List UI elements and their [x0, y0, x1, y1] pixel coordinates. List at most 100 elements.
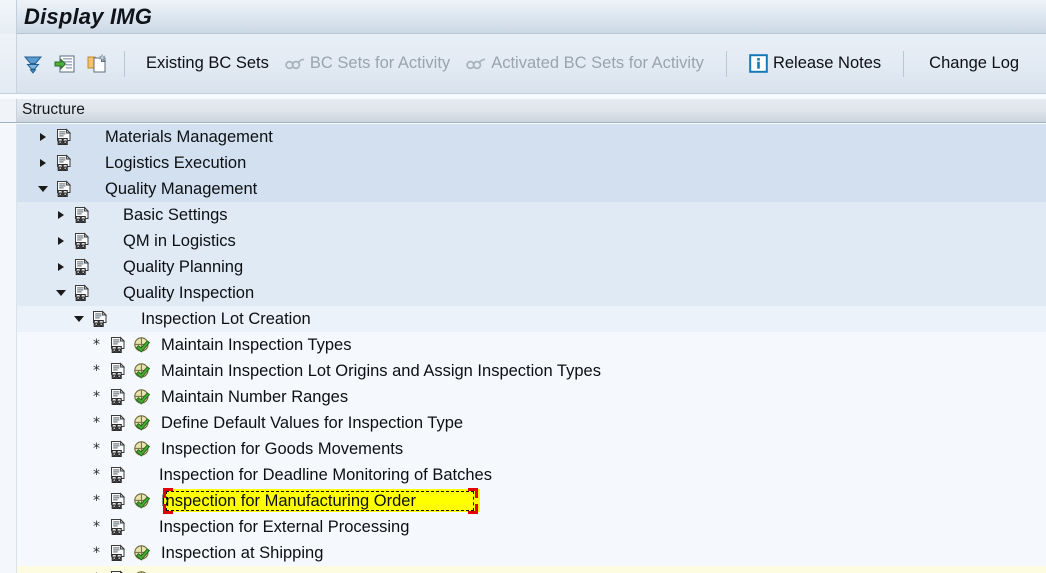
tree-row[interactable]: Quality Management [0, 176, 1046, 202]
img-structure-icon [109, 569, 128, 573]
new-document-icon[interactable] [82, 49, 112, 79]
leaf-node-marker: * [93, 363, 100, 379]
tree-row-label: Maintain Inspection Types [161, 336, 352, 354]
leaf-node-marker: * [93, 545, 100, 561]
tree-row[interactable]: * Maintain Inspection Types [0, 332, 1046, 358]
change-log-button[interactable]: Change Log [918, 49, 1027, 79]
leaf-node-marker: * [93, 493, 100, 509]
leaf-node-marker: * [93, 441, 100, 457]
tree-row[interactable]: * Inspection for External Processing [0, 514, 1046, 540]
chevron-right-icon[interactable] [36, 131, 49, 144]
chevron-right-icon[interactable] [54, 209, 67, 222]
structure-header-label: Structure [22, 101, 85, 118]
tree-row-label: Quality Planning [123, 258, 244, 276]
executable-activity-icon[interactable] [133, 440, 152, 459]
titlebar-left-edge [0, 0, 17, 34]
executable-activity-icon[interactable] [133, 544, 152, 563]
tree-row[interactable]: * Inspection for Manufacturing Order [0, 488, 1046, 514]
activated-bc-sets-for-activity-button[interactable]: Activated BC Sets for Activity [458, 49, 712, 79]
tree-row[interactable]: * [0, 566, 1046, 573]
img-structure-icon [55, 127, 74, 147]
chevron-down-icon[interactable] [54, 287, 67, 300]
executable-activity-icon[interactable] [133, 492, 152, 511]
window-titlebar: Display IMG [0, 0, 1046, 34]
change-log-label: Change Log [929, 54, 1020, 72]
tree-row-label: Inspection for External Processing [159, 518, 410, 536]
leaf-node-marker: * [93, 337, 100, 353]
executable-activity-icon[interactable] [133, 414, 152, 433]
release-notes-label: Release Notes [772, 54, 882, 72]
chevron-right-icon[interactable] [36, 157, 49, 170]
expand-structure-icon[interactable] [50, 49, 80, 79]
img-structure-icon [109, 335, 128, 355]
executable-activity-icon[interactable] [133, 388, 152, 407]
tree-row[interactable]: * Inspection at Shipping [0, 540, 1046, 566]
img-structure-icon [109, 361, 128, 381]
chevron-right-icon[interactable] [54, 235, 67, 248]
chevron-down-icon[interactable] [36, 183, 49, 196]
tree-row[interactable]: * Inspection for Goods Movements [0, 436, 1046, 462]
chevron-right-icon[interactable] [54, 261, 67, 274]
chevron-down-icon[interactable] [72, 313, 85, 326]
filter-funnel-icon[interactable] [18, 49, 48, 79]
info-icon [749, 54, 768, 73]
tree-row[interactable]: Logistics Execution [0, 150, 1046, 176]
tree-row-label: QM in Logistics [123, 232, 236, 250]
tree-row-label: Logistics Execution [105, 154, 247, 172]
tree-row-label: Inspection for Deadline Monitoring of Ba… [159, 466, 492, 484]
release-notes-button[interactable]: Release Notes [741, 49, 889, 79]
tree-row[interactable]: * Maintain Inspection Lot Origins and Ass… [0, 358, 1046, 384]
bc-sets-for-activity-button[interactable]: BC Sets for Activity [277, 49, 458, 79]
img-structure-icon [109, 413, 128, 433]
tree-row-label: Inspection Lot Creation [141, 310, 311, 328]
executable-activity-icon[interactable] [133, 336, 152, 355]
tree-row-label: Maintain Inspection Lot Origins and Assi… [161, 362, 601, 380]
tree-row-label: Materials Management [105, 128, 273, 146]
tree-row[interactable]: Quality Planning [0, 254, 1046, 280]
executable-activity-icon[interactable] [133, 570, 152, 573]
img-structure-icon [73, 283, 92, 303]
tree-row-label: Basic Settings [123, 206, 228, 224]
chain-links-icon [285, 56, 305, 72]
img-structure-icon [109, 439, 128, 459]
img-structure-icon [73, 257, 92, 277]
leaf-node-marker: * [93, 389, 100, 405]
leaf-node-marker: * [93, 519, 100, 535]
tree-left-gutter [0, 124, 17, 573]
tree-row-label: Inspection for Goods Movements [161, 440, 404, 458]
tree-row[interactable]: Inspection Lot Creation [0, 306, 1046, 332]
page-title: Display IMG [24, 4, 153, 29]
toolbar-separator [124, 50, 125, 77]
img-structure-icon [109, 517, 128, 537]
executable-activity-icon[interactable] [133, 362, 152, 381]
toolbar-separator [725, 50, 727, 77]
tree-row-label: Inspection for Manufacturing Order [161, 492, 416, 510]
structure-column-header[interactable]: Structure [0, 99, 1046, 123]
img-structure-icon [91, 309, 110, 329]
application-toolbar: Existing BC Sets BC Sets for Activity Ac… [0, 34, 1046, 94]
tree-row[interactable]: QM in Logistics [0, 228, 1046, 254]
img-structure-icon [55, 179, 74, 199]
tree-row[interactable]: * Define Default Values for Inspection Ty… [0, 410, 1046, 436]
toolbar-left-edge [0, 34, 17, 93]
img-structure-tree[interactable]: Materials Management Logistics Execution Q… [0, 124, 1046, 573]
img-structure-icon [73, 205, 92, 225]
toolbar-separator [903, 50, 905, 77]
img-structure-icon [109, 387, 128, 407]
tree-row-label: Define Default Values for Inspection Typ… [161, 414, 464, 432]
tree-rows-container: Materials Management Logistics Execution Q… [0, 124, 1046, 573]
tree-row[interactable]: * Maintain Number Ranges [0, 384, 1046, 410]
img-structure-icon [109, 543, 128, 563]
tree-row[interactable]: Materials Management [0, 124, 1046, 150]
existing-bc-sets-label: Existing BC Sets [146, 54, 269, 72]
existing-bc-sets-button[interactable]: Existing BC Sets [135, 49, 277, 79]
img-structure-icon [109, 491, 128, 511]
tree-row[interactable]: Quality Inspection [0, 280, 1046, 306]
chain-links-icon [466, 56, 486, 72]
tree-row-label: Maintain Number Ranges [161, 388, 349, 406]
tree-row[interactable]: * Inspection for Deadline Monitoring of B… [0, 462, 1046, 488]
bc-sets-for-activity-label: BC Sets for Activity [309, 54, 451, 72]
tree-row[interactable]: Basic Settings [0, 202, 1046, 228]
tree-row-label: Quality Inspection [123, 284, 255, 302]
img-structure-icon [109, 465, 128, 485]
